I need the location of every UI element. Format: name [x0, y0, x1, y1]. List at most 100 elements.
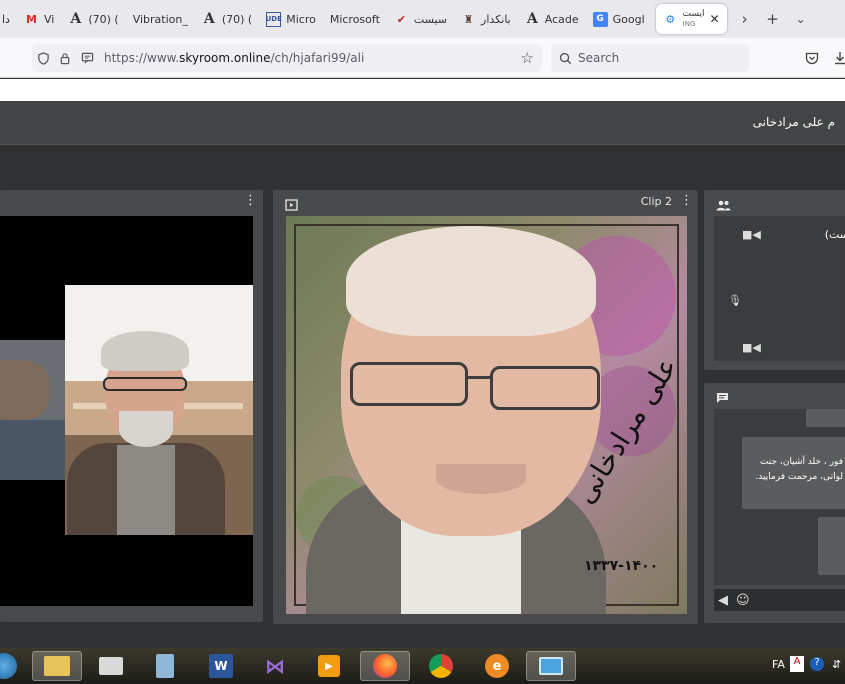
- camera-icon[interactable]: ■◀: [742, 341, 761, 354]
- clip-panel: Clip 2 ⋮ علی مرادخانی ۱۳۳۷-۱۴۰۰: [273, 190, 698, 624]
- bookmark-star-icon[interactable]: ☆: [521, 49, 534, 67]
- skyroom-icon: ⚙: [665, 12, 676, 26]
- microphone-icon[interactable]: 🎙: [728, 294, 742, 307]
- taskbar-firefox[interactable]: [360, 651, 410, 681]
- firefox-icon: [373, 654, 397, 678]
- tab-label: (70) (: [88, 12, 119, 26]
- tab-label: دا: [2, 12, 10, 26]
- emoji-icon[interactable]: ☺: [736, 593, 750, 608]
- chat-messages: فور ، خلد آشیان، جنت لواتی، مرحمت فرمایی…: [714, 409, 845, 585]
- tab-label: Googl: [612, 12, 645, 26]
- language-indicator[interactable]: FA: [772, 658, 785, 671]
- list-all-tabs-icon[interactable]: ⌄: [787, 5, 815, 33]
- taskbar-edge[interactable]: e: [472, 651, 522, 681]
- memorial-photo: علی مرادخانی ۱۳۳۷-۱۴۰۰: [286, 216, 687, 614]
- webcam-panel-menu-icon[interactable]: ⋮: [244, 194, 257, 208]
- tab-label: Micro: [286, 12, 316, 26]
- room-title: م علی مرادخانی: [752, 115, 835, 129]
- browser-tab-academia-3[interactable]: A Acade: [518, 4, 586, 34]
- taskbar-printer[interactable]: [86, 651, 136, 681]
- webcam-video-main: [65, 285, 253, 535]
- acrobat-tray-icon[interactable]: A: [790, 656, 804, 672]
- users-list: ست) ■◀ 🎙 ■◀: [714, 216, 845, 361]
- shield-icon[interactable]: [32, 51, 54, 65]
- browser-tab-google-translate[interactable]: G Googl: [586, 4, 652, 34]
- clip-panel-menu-icon[interactable]: ⋮: [680, 194, 693, 208]
- media-player-icon: ▶: [318, 655, 340, 677]
- tab-close-icon[interactable]: ✕: [710, 12, 720, 26]
- printer-icon: [99, 657, 123, 675]
- visual-studio-icon: ⋈: [265, 654, 285, 678]
- url-path: /ch/hjafari99/ali: [270, 51, 365, 65]
- browser-tab-vibration[interactable]: Vibration_: [126, 4, 195, 34]
- lock-icon[interactable]: [54, 52, 76, 65]
- browser-tab-microsoft[interactable]: Microsoft: [323, 4, 387, 34]
- help-tray-icon[interactable]: ?: [810, 657, 824, 671]
- tab-label: سیست: [413, 12, 448, 26]
- academia-icon: A: [526, 11, 538, 27]
- tab-label: Vi: [43, 12, 55, 26]
- calculator-icon: [156, 654, 174, 678]
- url-prefix: https://www.: [104, 51, 180, 65]
- network-tray-icon[interactable]: ⇵: [832, 658, 841, 671]
- webcam-video-secondary: [0, 340, 65, 480]
- browser-tab-bank[interactable]: ♜ بانکدار: [454, 4, 518, 34]
- page-top-strip: [0, 79, 845, 101]
- bank-icon: ♜: [463, 12, 474, 26]
- google-translate-icon: G: [592, 11, 608, 27]
- camera-icon[interactable]: ■◀: [742, 228, 761, 241]
- users-icon: [716, 196, 731, 215]
- taskbar-remote-desktop[interactable]: [526, 651, 576, 681]
- room-workspace: ⋮ Clip 2 ⋮ علی مرادخانی ۱۳۳۷-۱۴۰۰ ت) ■◀ …: [0, 146, 845, 648]
- download-icon[interactable]: [830, 48, 845, 68]
- browser-tab-skyroom-active[interactable]: ⚙ ایست ING ✕: [655, 4, 727, 34]
- browser-tab-partial[interactable]: دا: [0, 4, 17, 34]
- tab-label: بانکدار: [481, 12, 511, 26]
- browser-tab-academia-1[interactable]: A (70) (: [61, 4, 125, 34]
- tab-label-line2: ING: [682, 20, 696, 28]
- users-panel: ست) ■◀ 🎙 ■◀: [704, 190, 845, 370]
- taskbar-visual-studio[interactable]: ⋈: [250, 651, 300, 681]
- send-icon[interactable]: ◀: [718, 593, 728, 608]
- new-tab-icon[interactable]: +: [759, 5, 787, 33]
- browser-tab-gmail[interactable]: M Vi: [17, 4, 61, 34]
- folder-icon: [44, 656, 70, 676]
- user-name: ست): [824, 228, 845, 241]
- pocket-icon[interactable]: [802, 48, 822, 68]
- udemy-icon: UDE: [266, 11, 282, 27]
- taskbar-calculator[interactable]: [140, 651, 190, 681]
- academia-icon: A: [70, 11, 82, 27]
- memorial-years: ۱۳۳۷-۱۴۰۰: [584, 558, 659, 574]
- url-bar[interactable]: https://www.skyroom.online/ch/hjafari99/…: [32, 44, 542, 72]
- webcam-panel: ⋮: [0, 190, 263, 622]
- chat-panel: فور ، خلد آشیان، جنت لواتی، مرحمت فرمایی…: [704, 383, 845, 623]
- remote-desktop-icon: [539, 657, 563, 675]
- search-bar[interactable]: Search: [551, 44, 749, 72]
- windows-taskbar: W ⋈ ▶ e FA A ? ⇵: [0, 648, 845, 684]
- chat-bubble: [818, 517, 845, 575]
- scroll-tabs-right-icon[interactable]: ›: [731, 5, 759, 33]
- clip-screen-icon[interactable]: [285, 196, 298, 215]
- taskbar-explorer[interactable]: [32, 651, 82, 681]
- browser-tab-strip: دا M Vi A (70) ( Vibration_ A (70) ( UDE…: [0, 0, 845, 38]
- academia-icon: A: [203, 11, 215, 27]
- taskbar-word[interactable]: W: [196, 651, 246, 681]
- tab-label: Acade: [544, 12, 579, 26]
- chat-bubble: فور ، خلد آشیان، جنت لواتی، مرحمت فرمایی…: [742, 437, 845, 509]
- tab-label: Microsoft: [329, 12, 380, 26]
- gmail-icon: M: [25, 12, 37, 26]
- url-host: skyroom.online: [179, 51, 271, 65]
- taskbar-media-player[interactable]: ▶: [304, 651, 354, 681]
- start-button[interactable]: [0, 651, 26, 681]
- webcam-video: [0, 216, 253, 606]
- browser-tab-udemy[interactable]: UDE Micro: [259, 4, 323, 34]
- search-placeholder: Search: [578, 51, 620, 65]
- page-info-icon[interactable]: [76, 52, 98, 64]
- chrome-icon: [429, 654, 453, 678]
- clip-label: Clip 2: [640, 195, 672, 208]
- chat-input[interactable]: ◀ ☺: [714, 589, 845, 611]
- room-header: م علی مرادخانی: [0, 101, 845, 145]
- browser-tab-academia-2[interactable]: A (70) (: [195, 4, 259, 34]
- taskbar-chrome[interactable]: [416, 651, 466, 681]
- browser-tab-system[interactable]: ✔ سیست: [387, 4, 454, 34]
